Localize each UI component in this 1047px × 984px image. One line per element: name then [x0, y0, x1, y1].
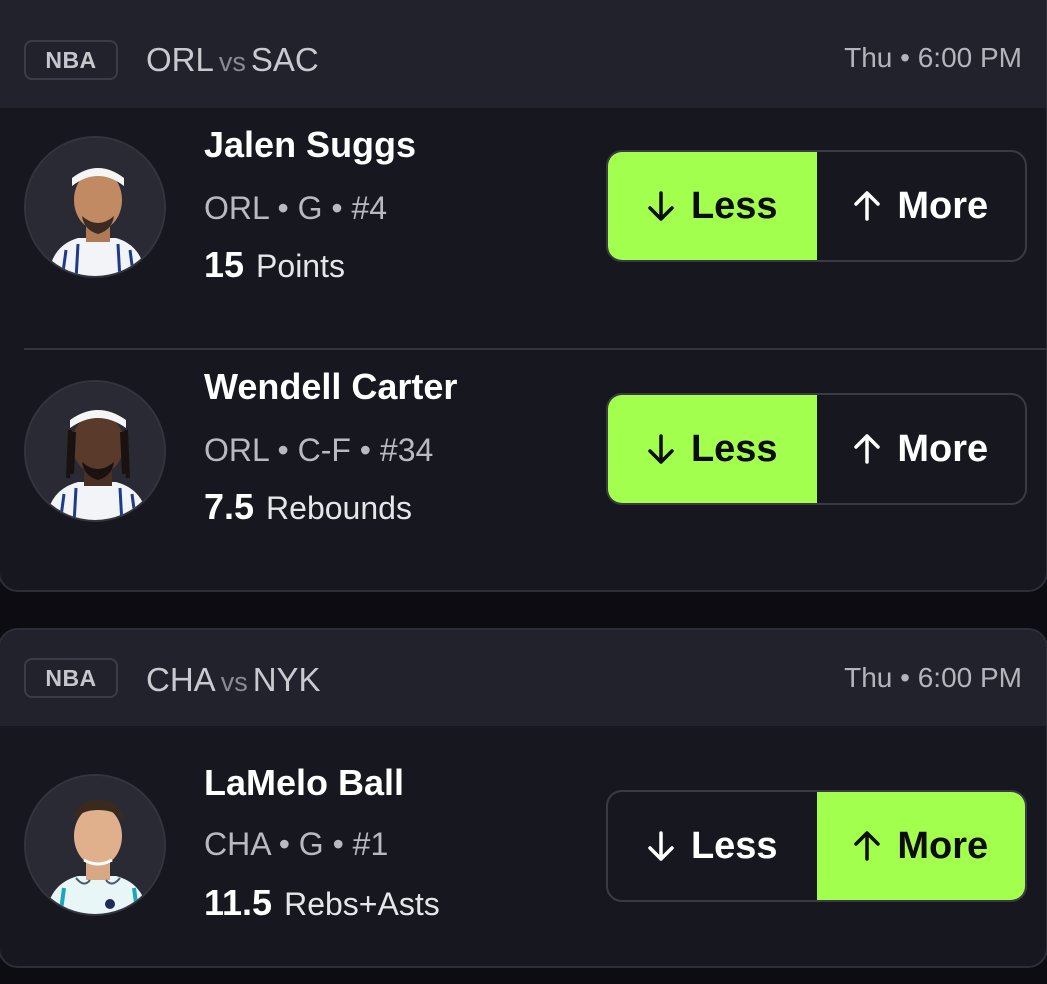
- more-label: More: [897, 824, 989, 867]
- game-card: NBA ORL vs SAC Thu • 6:00 PM Jalen Suggs O…: [0, 0, 1047, 592]
- game-time: Thu • 6:00 PM: [844, 42, 1022, 73]
- league-badge: NBA: [24, 658, 118, 698]
- game-header: NBA CHA vs NYK Thu • 6:00 PM: [0, 630, 1046, 726]
- matchup: CHA vs NYK: [146, 661, 321, 699]
- projection-stat: Rebounds: [266, 490, 412, 526]
- player-row: Wendell Carter ORL • C-F • #34 7.5 Reboun…: [0, 350, 1046, 590]
- player-meta: ORL • G • #4: [204, 190, 388, 226]
- home-team: CHA: [146, 661, 216, 698]
- more-button[interactable]: More: [817, 152, 1026, 260]
- player-row: LaMelo Ball CHA • G • #1 11.5 Rebs+Asts L…: [0, 726, 1046, 966]
- league-badge: NBA: [24, 40, 118, 80]
- less-label: Less: [690, 824, 778, 867]
- arrow-up-icon: [853, 191, 881, 221]
- arrow-up-icon: [853, 831, 881, 861]
- projection-stat: Points: [256, 248, 345, 284]
- more-label: More: [897, 427, 989, 470]
- less-button[interactable]: Less: [608, 395, 817, 503]
- projection-value: 7.5: [204, 486, 255, 527]
- player-avatar: [24, 136, 166, 278]
- arrow-up-icon: [853, 434, 881, 464]
- less-label: Less: [690, 184, 778, 227]
- player-name: Wendell Carter: [204, 366, 458, 407]
- arrow-down-icon: [647, 191, 675, 221]
- projection-value: 11.5: [204, 882, 273, 923]
- player-headshot-icon: [26, 138, 164, 276]
- home-team: ORL: [146, 41, 214, 78]
- arrow-down-icon: [647, 434, 675, 464]
- player-meta: CHA • G • #1: [204, 826, 389, 862]
- player-name: LaMelo Ball: [204, 762, 405, 803]
- less-button[interactable]: Less: [608, 152, 817, 260]
- vs-label: vs: [220, 667, 248, 697]
- away-team: SAC: [250, 41, 319, 78]
- projection-stat: Rebs+Asts: [284, 886, 440, 922]
- game-header: NBA ORL vs SAC Thu • 6:00 PM: [0, 0, 1046, 108]
- less-label: Less: [690, 427, 778, 470]
- more-button[interactable]: More: [816, 792, 1025, 900]
- projection-line: 15 Points: [204, 244, 345, 286]
- pick-toggle: Less More: [606, 150, 1027, 262]
- game-time: Thu • 6:00 PM: [844, 662, 1022, 693]
- projection-value: 15: [204, 244, 245, 285]
- pick-toggle: Less More: [606, 790, 1027, 902]
- player-headshot-icon: [26, 382, 164, 520]
- projection-line: 11.5 Rebs+Asts: [204, 882, 440, 924]
- player-avatar: [24, 380, 166, 522]
- projection-line: 7.5 Rebounds: [204, 486, 412, 528]
- player-row: Jalen Suggs ORL • G • #4 15 Points Less M…: [0, 108, 1046, 350]
- matchup: ORL vs SAC: [146, 41, 319, 79]
- vs-label: vs: [218, 47, 246, 77]
- more-label: More: [897, 184, 989, 227]
- away-team: NYK: [252, 661, 321, 698]
- less-button[interactable]: Less: [608, 792, 817, 900]
- more-button[interactable]: More: [817, 395, 1026, 503]
- arrow-down-icon: [647, 831, 675, 861]
- player-meta: ORL • C-F • #34: [204, 432, 434, 468]
- game-card: NBA CHA vs NYK Thu • 6:00 PM LaMelo Ball C…: [0, 628, 1047, 968]
- player-avatar: [24, 774, 166, 916]
- player-name: Jalen Suggs: [204, 124, 417, 165]
- pick-toggle: Less More: [606, 393, 1027, 505]
- player-headshot-icon: [26, 776, 164, 914]
